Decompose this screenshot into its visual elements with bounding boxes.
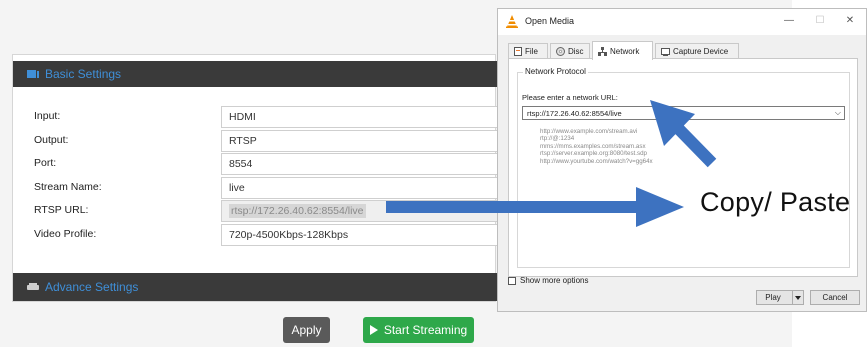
tab-disc-label: Disc: [568, 47, 584, 56]
stream-name-field[interactable]: live: [221, 177, 497, 199]
cancel-button[interactable]: Cancel: [810, 290, 860, 305]
output-row: Output: RTSP: [13, 130, 497, 152]
advance-settings-icon: [27, 283, 39, 290]
port-row: Port: 8554: [13, 153, 497, 175]
url-example: http://www.example.com/stream.avi: [540, 128, 638, 135]
show-more-options[interactable]: Show more options: [508, 276, 588, 285]
network-icon: [598, 46, 607, 56]
input-label: Input:: [34, 110, 61, 122]
url-example: http://www.yourtube.com/watch?v=gg64x: [540, 157, 653, 165]
rtsp-url-row: RTSP URL: rtsp://172.26.40.62:8554/live: [13, 200, 497, 222]
video-profile-field[interactable]: 720p-4500Kbps-128Kbps: [221, 224, 497, 246]
play-dropdown-button[interactable]: [792, 291, 803, 304]
settings-panel: Basic Settings Input: HDMI Output: RTSP …: [12, 54, 497, 302]
basic-settings-title: Basic Settings: [45, 67, 122, 81]
rtsp-url-selected-text[interactable]: rtsp://172.26.40.62:8554/live: [229, 204, 366, 218]
tab-network-label: Network: [610, 46, 640, 56]
video-profile-row: Video Profile: 720p-4500Kbps-128Kbps: [13, 224, 497, 246]
apply-button[interactable]: Apply: [283, 317, 330, 343]
url-example: mms://mms.examples.com/stream.asx: [540, 142, 646, 150]
dialog-tabs: File Disc Network Capture Device: [508, 41, 858, 60]
network-protocol-title: Network Protocol: [523, 67, 588, 76]
disc-icon: [556, 47, 565, 56]
capture-device-icon: [661, 47, 670, 56]
copy-paste-caption: Copy/ Paste: [700, 187, 851, 217]
url-examples: http://www.example.com/stream.avi rtp://…: [540, 128, 653, 165]
vlc-cone-icon: [506, 15, 518, 28]
url-example: rtsp://server.example.org:8080/test.sdp: [540, 150, 647, 158]
start-streaming-label: Start Streaming: [383, 323, 468, 337]
tab-file-label: File: [525, 47, 538, 56]
chevron-down-icon[interactable]: ⌵: [835, 108, 841, 118]
show-more-label: Show more options: [520, 276, 589, 285]
dialog-titlebar[interactable]: Open Media — ☐ ✕: [498, 9, 866, 35]
stream-name-row: Stream Name: live: [13, 177, 497, 199]
stream-name-label: Stream Name:: [34, 181, 102, 193]
rtsp-url-label: RTSP URL:: [34, 204, 89, 216]
network-protocol-group: Network Protocol Please enter a network …: [517, 67, 850, 268]
port-label: Port:: [34, 157, 57, 169]
network-url-input[interactable]: rtsp://172.26.40.62:8554/live ⌵: [522, 106, 845, 120]
tab-disc[interactable]: Disc: [550, 43, 590, 59]
network-tab-panel: Network Protocol Please enter a network …: [508, 58, 858, 277]
output-label: Output:: [34, 134, 69, 146]
input-field[interactable]: HDMI: [221, 106, 497, 128]
maximize-button[interactable]: ☐: [813, 15, 827, 26]
caret-down-icon: [795, 295, 801, 300]
input-row: Input: HDMI: [13, 106, 497, 128]
port-field[interactable]: 8554: [221, 153, 497, 175]
video-profile-label: Video Profile:: [34, 228, 97, 240]
advance-settings-title: Advance Settings: [45, 280, 139, 294]
output-field[interactable]: RTSP: [221, 130, 497, 152]
minimize-button[interactable]: —: [782, 15, 796, 26]
network-url-value: rtsp://172.26.40.62:8554/live: [527, 109, 622, 118]
play-button[interactable]: Play: [756, 290, 804, 305]
basic-settings-header[interactable]: Basic Settings: [13, 61, 497, 87]
tab-capture-device-label: Capture Device: [673, 47, 729, 56]
settings-panel-icon: [27, 70, 39, 78]
tab-network[interactable]: Network: [592, 41, 653, 60]
advance-settings-header[interactable]: Advance Settings: [13, 273, 497, 301]
tab-capture-device[interactable]: Capture Device: [655, 43, 739, 59]
play-button-label: Play: [765, 293, 781, 302]
file-icon: [514, 47, 522, 56]
show-more-checkbox[interactable]: [508, 276, 516, 285]
close-button[interactable]: ✕: [843, 15, 857, 26]
tab-file[interactable]: File: [508, 43, 548, 59]
url-example: rtp://@:1234: [540, 135, 575, 143]
url-prompt: Please enter a network URL:: [522, 93, 618, 102]
dialog-title: Open Media: [525, 16, 575, 26]
start-streaming-button[interactable]: Start Streaming: [363, 317, 474, 343]
rtsp-url-field[interactable]: rtsp://172.26.40.62:8554/live: [221, 200, 497, 222]
play-icon: [369, 325, 378, 335]
open-media-dialog: Open Media — ☐ ✕ File Disc Network Captu…: [497, 8, 867, 312]
